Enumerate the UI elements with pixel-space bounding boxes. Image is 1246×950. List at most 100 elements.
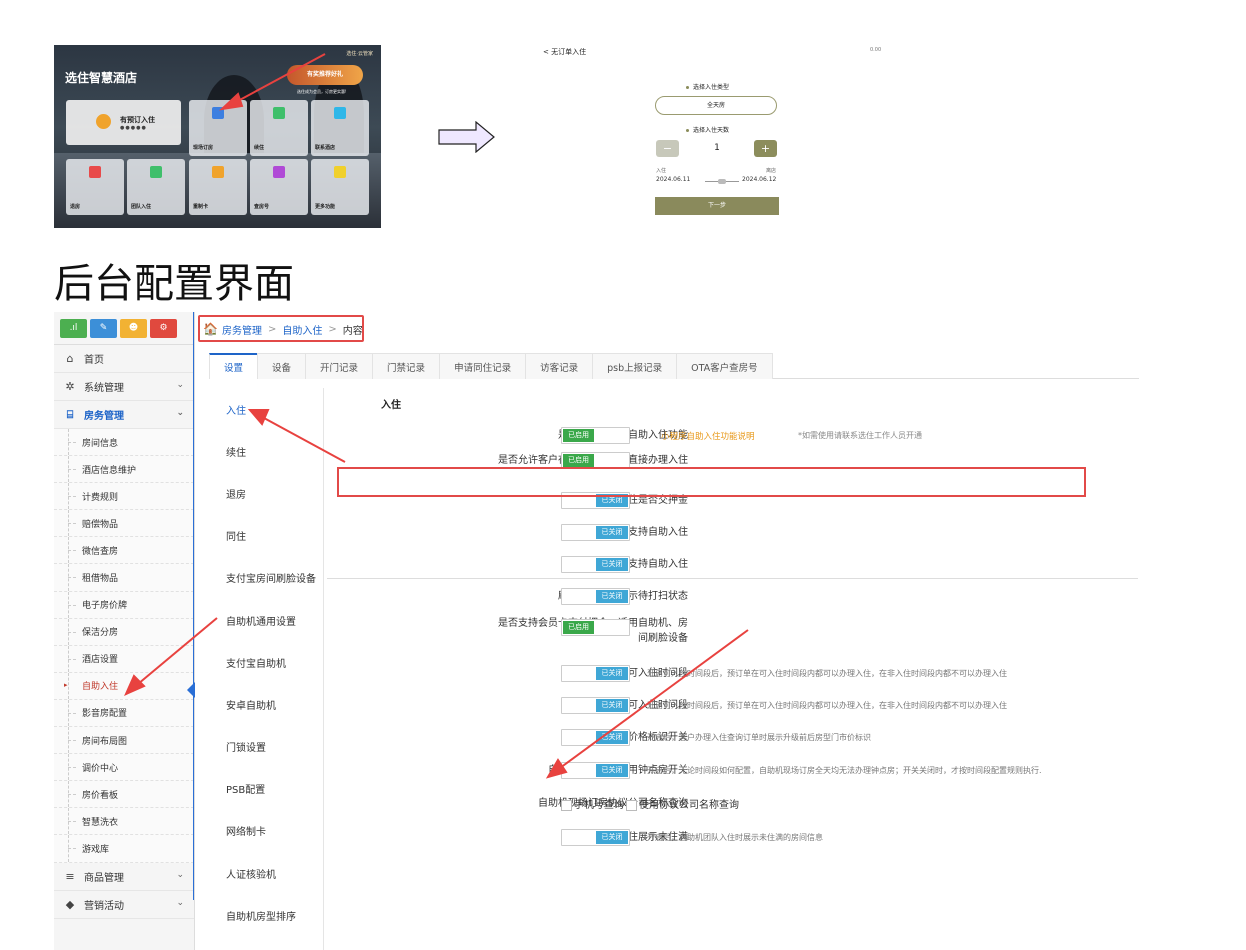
sidebar-subitem[interactable]: 智慧洗衣 [54,808,194,836]
sidebar-subitem[interactable]: 影音房配置 [54,699,194,728]
sidebar-subitem[interactable]: 赔偿物品 [54,510,194,538]
tile-button[interactable]: 团队入住 [127,159,185,215]
sidebar-subitem[interactable]: 计费规则 [54,483,194,511]
toggle-switch[interactable]: 已关闭 [561,829,630,846]
settings-nav-item[interactable]: 人证核验机 [212,852,323,894]
next-step-button[interactable]: 下一步 [655,197,779,215]
cogs-icon[interactable]: ⚙ [150,319,177,338]
tile-icon [150,166,162,178]
sidebar-subitem[interactable]: 电子房价牌 [54,591,194,619]
settings-nav-item[interactable]: 同住 [212,515,323,557]
settings-nav-item[interactable]: 支付宝自助机 [212,641,323,683]
tile-button[interactable]: 现场订房 [189,100,247,156]
toggle-switch[interactable]: 已启用 [561,619,630,636]
checkout-date: 2024.06.12 [742,176,777,183]
kiosk-title: 选住智慧酒店 [65,71,138,85]
days-plus-button[interactable]: + [754,140,777,157]
sidebar-subitem[interactable]: 房价看板 [54,781,194,809]
tile-icon [212,166,224,178]
tab-item[interactable]: 申请同住记录 [439,353,527,379]
sidebar-item-label: 营销活动 [84,900,124,912]
tab-item[interactable]: 访客记录 [525,353,594,379]
tab-item[interactable]: 设置 [209,353,259,379]
tile-button[interactable]: 联系酒店 [311,100,369,156]
sidebar-item[interactable]: ⌸ 房务管理 ⌄ [54,401,194,429]
tab-item[interactable]: 门禁记录 [372,353,441,379]
tab-item[interactable]: psb上报记录 [592,353,678,379]
status-text: 0.00 [870,47,882,53]
sidebar-subitem[interactable]: 游戏库 [54,835,194,863]
help-link[interactable]: 小程序自助入住功能说明 [661,430,755,442]
settings-nav-item[interactable]: 入住 [212,388,323,430]
toggle-switch[interactable]: 已关闭 [561,556,630,573]
pencil-icon[interactable]: ✎ [90,319,117,338]
setting-description: 开启可入住时间段后，预订单在可入住时间段内都可以办理入住，在非入住时间段内都不可… [647,701,1007,710]
sidebar-item[interactable]: ✲ 系统管理 ⌄ [54,373,194,401]
checkout-label: 离店 [766,168,777,174]
sidebar-subitem[interactable]: 保洁分房 [54,618,194,646]
settings-nav-item[interactable]: 门锁设置 [212,726,323,768]
sidebar-item[interactable]: ◆ 营销活动 ⌄ [54,891,194,919]
sidebar-item-label: 首页 [84,355,104,366]
tile-label: 重制卡 [193,204,209,210]
toggle-switch[interactable]: 已关闭 [561,762,630,779]
sidebar-subitem[interactable]: 房间信息 [54,429,194,457]
settings-nav-item[interactable]: 续住 [212,430,323,472]
sidebar-subitem[interactable]: 租借物品 [54,564,194,592]
tile-label: 续住 [254,145,265,151]
chevron-down-icon: ⌄ [176,897,184,908]
setting-note: *如需使用请联系选住工作人员开通 [798,431,922,440]
back-link[interactable]: < 无订单入住 [543,47,586,57]
promo-badge[interactable]: 有奖推荐好礼 [287,65,363,85]
checkin-days-label: 选择入住天数 [686,125,729,134]
settings-nav-item[interactable]: 自助机房型排序 [212,894,323,936]
sidebar-item[interactable]: ≡ 商品管理 ⌄ [54,863,194,891]
settings-nav-item[interactable]: PSB配置 [212,768,323,810]
toggle-knob: 已关闭 [596,764,628,777]
sidebar-subitem[interactable]: 酒店信息维护 [54,456,194,484]
settings-nav-item[interactable]: 安卓自助机 [212,683,323,725]
toggle-switch[interactable]: 已关闭 [561,524,630,541]
checkin-date: 2024.06.11 [656,176,691,183]
stats-icon[interactable]: .ıl [60,319,87,338]
tile-button[interactable]: 续住 [250,100,308,156]
admin-panel: .ıl ✎ ☻ ⚙ ⌂ 首页 ✲ 系统管理 ⌄ ⌸ 房务管理 ⌄ 房间信息 酒店信息维护 计费规则赔… [54,312,1139,950]
checkbox[interactable] [626,799,637,811]
toggle-switch[interactable]: 已关闭 [561,665,630,682]
tile-button[interactable]: 查房号 [250,159,308,215]
toggle-switch[interactable]: 已启用 [561,427,630,444]
sidebar-subitem[interactable]: 调价中心 [54,754,194,782]
toggle-switch[interactable]: 已关闭 [561,729,630,746]
sidebar-item[interactable]: ⌂ 首页 [54,345,194,373]
users-icon[interactable]: ☻ [120,319,147,338]
tab-item[interactable]: OTA客户查房号 [676,353,773,379]
sidebar-subitem[interactable]: 房间布局图 [54,727,194,755]
setting-description: 开启后，客户办理入住查询订单时展示升级前后房型门市价标识 [647,733,871,742]
settings-nav-item[interactable]: 退房 [212,472,323,514]
tile-button[interactable]: 退房 [66,159,124,215]
tile-button[interactable]: 更多功能 [311,159,369,215]
settings-nav-item[interactable]: 支付宝房间刷脸设备 [212,557,323,599]
sidebar-subitem[interactable]: 酒店设置 [54,645,194,673]
settings-nav: 入住 续住 退房 同住 支付宝房间刷脸设备 自助机通用设置 支付宝自助机 安卓自助机 门锁设置 P… [212,388,324,950]
setting-description: 开启可入住时间段后，预订单在可入住时间段内都可以办理入住，在非入住时间段内都不可… [647,669,1007,678]
settings-nav-item[interactable]: 网络制卡 [212,810,323,852]
tile-label: 现场订房 [193,145,214,151]
tab-item[interactable]: 设备 [257,353,307,379]
sidebar-subitem[interactable]: 自助入住 [54,672,194,700]
tile-label: 联系酒店 [315,145,336,151]
toggle-switch[interactable]: 已关闭 [561,697,630,714]
checkin-type-select[interactable]: 全天房 [655,96,777,115]
main-area: 🏠 房务管理 > 自助入住 > 内容 设置 设备 开门记录 门禁记录 申请同住记录 访客记… [195,312,1139,950]
tile-button[interactable]: 重制卡 [189,159,247,215]
tab-item[interactable]: 开门记录 [305,353,374,379]
house-icon [96,114,111,129]
chevron-down-icon: ⌄ [176,380,184,390]
toggle-knob: 已启用 [563,429,594,442]
tile-reserved-checkin[interactable]: 有预订入住 ●●●●● [66,100,181,145]
toggle-switch[interactable]: 已关闭 [561,588,630,605]
days-minus-button[interactable]: − [656,140,679,157]
checkbox[interactable] [561,799,572,811]
settings-nav-item[interactable]: 自助机通用设置 [212,599,323,641]
sidebar-subitem[interactable]: 微信查房 [54,537,194,565]
